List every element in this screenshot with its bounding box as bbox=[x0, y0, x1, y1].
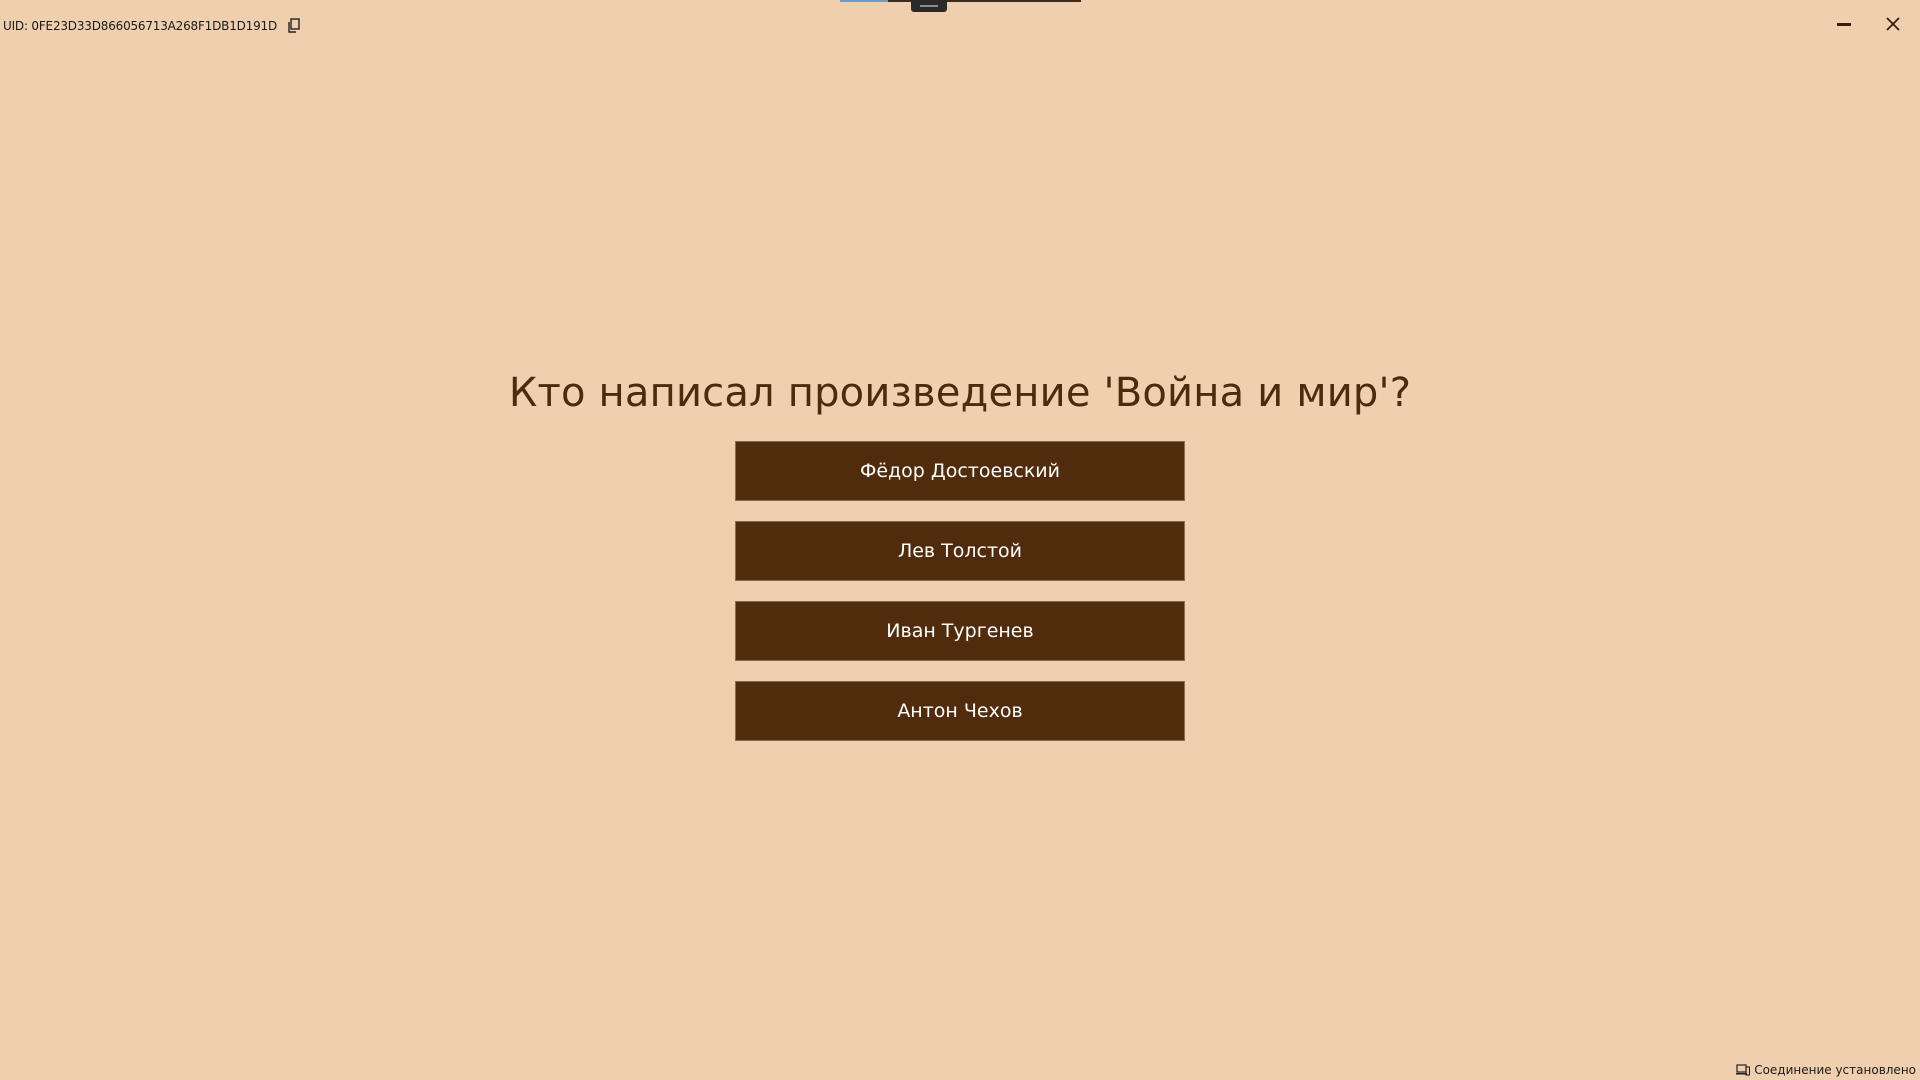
connection-status: Соединение установлено bbox=[1736, 1063, 1916, 1077]
answer-button-3[interactable]: Иван Тургенев bbox=[735, 601, 1185, 661]
uid-bar: UID: 0FE23D33D866056713A268F1DB1D191D bbox=[3, 18, 301, 34]
uid-text: UID: 0FE23D33D866056713A268F1DB1D191D bbox=[3, 19, 278, 33]
close-icon bbox=[1885, 16, 1901, 36]
minimize-icon bbox=[1836, 16, 1852, 36]
copy-icon[interactable] bbox=[287, 18, 301, 34]
devices-icon bbox=[1736, 1064, 1751, 1076]
minimize-button[interactable] bbox=[1826, 10, 1862, 42]
answer-list: Фёдор Достоевский Лев Толстой Иван Турге… bbox=[735, 441, 1185, 761]
close-button[interactable] bbox=[1875, 10, 1911, 42]
answer-button-4[interactable]: Антон Чехов bbox=[735, 681, 1185, 741]
app-window: UID: 0FE23D33D866056713A268F1DB1D191D Кт… bbox=[0, 0, 1920, 1080]
top-strip-accent bbox=[840, 0, 888, 2]
status-text: Соединение установлено bbox=[1754, 1063, 1916, 1077]
drag-handle[interactable] bbox=[911, 0, 947, 12]
answer-button-1[interactable]: Фёдор Достоевский bbox=[735, 441, 1185, 501]
answer-button-2[interactable]: Лев Толстой bbox=[735, 521, 1185, 581]
question-title: Кто написал произведение 'Война и мир'? bbox=[508, 370, 1412, 416]
